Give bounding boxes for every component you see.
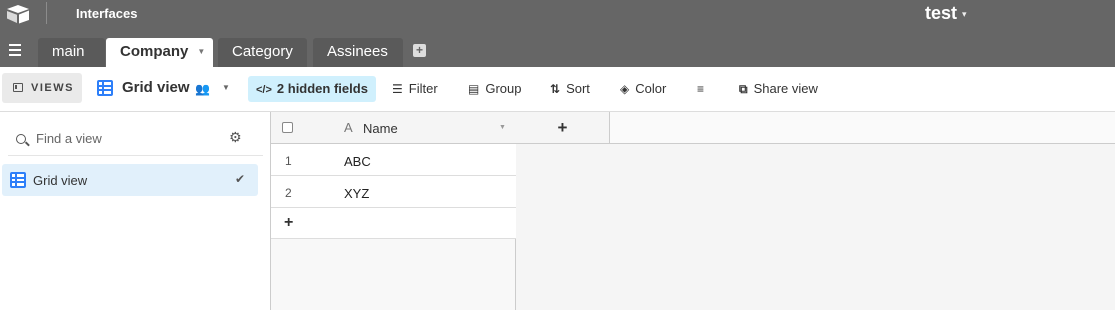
group-label: Group <box>485 81 522 96</box>
grid-left-pane: A Name ▼ 1 ABC 2 XYZ + <box>271 112 516 310</box>
grid-view-icon <box>10 172 26 188</box>
view-name: Grid view <box>122 79 190 96</box>
filter-button[interactable]: ☰ Filter <box>392 80 438 100</box>
collaborative-view-icon: 👥 <box>195 82 210 96</box>
color-label: Color <box>635 81 667 96</box>
sidebar-divider <box>8 155 263 156</box>
group-button[interactable]: ▤ Group <box>468 80 521 100</box>
grid-area: A Name ▼ 1 ABC 2 XYZ + + <box>271 112 1115 310</box>
tab-company[interactable]: Company ▼ <box>106 38 213 67</box>
base-caret-icon[interactable]: ▾ <box>962 9 967 20</box>
grid-view-icon <box>97 80 113 96</box>
tab-label: Company <box>120 43 189 60</box>
table-row[interactable]: 2 XYZ <box>271 176 516 208</box>
filter-label: Filter <box>408 81 438 96</box>
header-row: A Name ▼ <box>271 112 516 144</box>
sort-icon: ⇅ <box>550 82 561 96</box>
tab-assinees[interactable]: Assinees <box>313 38 403 67</box>
views-sidebar: ⚙ Grid view ✔ <box>0 112 271 310</box>
gear-icon[interactable]: ⚙ <box>229 129 242 146</box>
sort-button[interactable]: ⇅ Sort <box>550 80 590 100</box>
group-icon: ▤ <box>468 82 480 96</box>
checkmark-icon: ✔ <box>235 172 246 186</box>
column-menu-chevron-icon[interactable]: ▼ <box>499 124 506 131</box>
row-height-button[interactable]: ≡ <box>697 80 710 100</box>
tab-label: Category <box>232 43 293 60</box>
share-icon: ⧉ <box>739 82 748 96</box>
find-view-search[interactable] <box>16 131 206 146</box>
top-bar: Interfaces test ▾ main Company ▼ Category… <box>0 0 1115 67</box>
select-all-checkbox[interactable] <box>282 122 293 133</box>
share-view-button[interactable]: ⧉ Share view <box>739 80 818 100</box>
tab-category[interactable]: Category <box>218 38 307 67</box>
header-filler <box>610 112 1115 144</box>
chevron-down-icon: ▼ <box>222 83 230 92</box>
sidebar-toggle-icon <box>13 83 23 92</box>
topbar-divider <box>46 2 47 24</box>
hide-fields-icon: </> <box>256 84 272 96</box>
views-toggle-button[interactable]: VIEWS <box>2 73 82 103</box>
tab-label: Assinees <box>327 43 388 60</box>
share-view-label: Share view <box>753 81 818 96</box>
add-row-icon: + <box>284 214 294 231</box>
cell-name[interactable]: ABC <box>344 154 371 169</box>
sidebar-item-grid-view[interactable]: Grid view ✔ <box>2 164 258 196</box>
table-row[interactable]: 1 ABC <box>271 144 516 176</box>
hide-fields-label: 2 hidden fields <box>276 81 368 96</box>
view-toolbar: VIEWS Grid view 👥 ▼ </> 2 hidden fields ☰… <box>0 67 1115 112</box>
tab-main[interactable]: main <box>38 38 105 67</box>
paint-bucket-icon: ◈ <box>620 82 630 96</box>
row-number: 1 <box>285 154 292 168</box>
add-table-icon[interactable]: + <box>413 44 426 57</box>
hamburger-icon[interactable] <box>9 44 23 57</box>
sidebar-item-label: Grid view <box>33 173 88 188</box>
interfaces-link[interactable]: Interfaces <box>76 6 137 21</box>
tab-label: main <box>52 43 85 60</box>
find-view-input[interactable] <box>36 131 206 146</box>
row-height-icon: ≡ <box>697 82 705 96</box>
text-field-icon: A <box>344 120 353 135</box>
sort-label: Sort <box>566 81 590 96</box>
filter-icon: ☰ <box>392 82 403 96</box>
hide-fields-button[interactable]: </> 2 hidden fields <box>248 76 376 102</box>
views-label: VIEWS <box>31 82 74 94</box>
add-field-button[interactable]: + <box>516 112 610 144</box>
base-name[interactable]: test <box>925 3 957 24</box>
airtable-logo-icon[interactable] <box>6 4 30 24</box>
tab-caret-icon[interactable]: ▼ <box>197 47 205 56</box>
add-row-button[interactable]: + <box>271 208 516 239</box>
color-button[interactable]: ◈ Color <box>620 80 666 100</box>
cell-name[interactable]: XYZ <box>344 186 369 201</box>
column-header-name[interactable]: Name <box>363 121 398 136</box>
row-number: 2 <box>285 186 292 200</box>
search-icon <box>16 134 26 144</box>
